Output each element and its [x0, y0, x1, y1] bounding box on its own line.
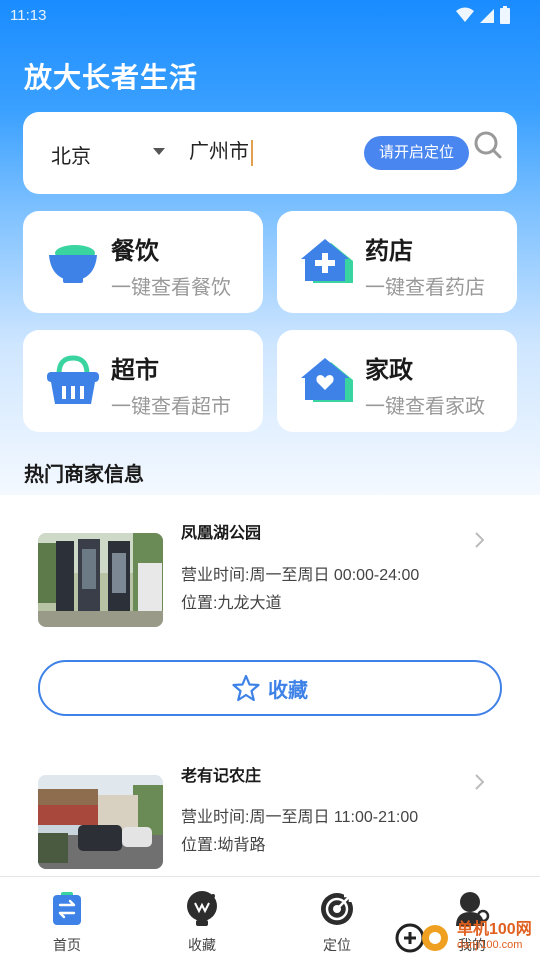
favorite-label: 收藏 — [268, 679, 308, 702]
category-title: 家政 — [365, 357, 413, 384]
app-title: 放大长者生活 — [24, 62, 199, 93]
target-icon — [321, 893, 353, 925]
pharmacy-icon — [301, 239, 353, 283]
category-subtitle: 一键查看药店 — [365, 277, 485, 299]
listing-address: 位置:坳背路 — [181, 837, 266, 854]
category-title: 餐饮 — [111, 238, 159, 265]
category-subtitle: 一键查看餐饮 — [111, 277, 231, 299]
status-bar: 11:13 — [0, 0, 540, 32]
favorite-button[interactable]: 收藏 — [38, 660, 502, 716]
star-icon — [232, 674, 260, 702]
category-card-pharmacy[interactable]: 药店 一键查看药店 — [277, 211, 517, 313]
section-title: 热门商家信息 — [24, 464, 144, 486]
search-card: 北京 广州市 请开启定位 — [23, 112, 517, 194]
watermark-url: danji100.com — [457, 939, 523, 951]
listing-hours: 营业时间:周一至周日 00:00-24:00 — [181, 567, 420, 584]
listing-photo — [38, 533, 163, 627]
listing-address: 位置:九龙大道 — [181, 595, 282, 612]
bowl-icon — [49, 245, 97, 283]
chevron-down-icon[interactable] — [153, 148, 165, 155]
status-icons — [456, 6, 510, 24]
category-title: 药店 — [365, 238, 413, 265]
city-select[interactable]: 北京 — [51, 140, 91, 169]
chevron-right-icon[interactable] — [474, 532, 484, 548]
tab-label: 定位 — [323, 937, 351, 953]
category-subtitle: 一键查看家政 — [365, 396, 485, 418]
city-search-input[interactable]: 广州市 — [189, 140, 253, 166]
search-icon[interactable] — [473, 130, 503, 164]
home-icon — [53, 892, 81, 925]
signal-icon — [480, 9, 494, 23]
tab-label: 收藏 — [188, 937, 216, 953]
status-time: 11:13 — [10, 7, 47, 24]
wifi-icon — [456, 7, 474, 22]
basket-icon — [47, 355, 99, 404]
tab-location[interactable]: 定位 — [297, 889, 377, 955]
enable-location-button[interactable]: 请开启定位 — [364, 136, 469, 170]
category-subtitle: 一键查看超市 — [111, 396, 231, 418]
category-title: 超市 — [111, 357, 159, 384]
tab-label: 首页 — [53, 937, 81, 953]
listing-name: 凤凰湖公园 — [181, 525, 262, 542]
brand-watermark: 单机100网 danji100.com — [395, 916, 532, 956]
tab-favorites[interactable]: 收藏 — [162, 889, 242, 955]
tab-home[interactable]: 首页 — [27, 889, 107, 955]
listing-photo — [38, 775, 163, 869]
housekeeping-icon — [301, 358, 353, 402]
category-card-dining[interactable]: 餐饮 一键查看餐饮 — [23, 211, 263, 313]
category-card-supermarket[interactable]: 超市 一键查看超市 — [23, 330, 263, 432]
favorites-icon — [187, 891, 217, 926]
battery-icon — [500, 6, 510, 24]
listing-name: 老有记农庄 — [181, 768, 262, 785]
watermark-brand: 单机100网 — [457, 921, 532, 938]
category-card-housekeeping[interactable]: 家政 一键查看家政 — [277, 330, 517, 432]
chevron-right-icon[interactable] — [474, 774, 484, 790]
listing-hours: 营业时间:周一至周日 11:00-21:00 — [181, 809, 419, 826]
watermark-logo-icon — [395, 923, 448, 953]
